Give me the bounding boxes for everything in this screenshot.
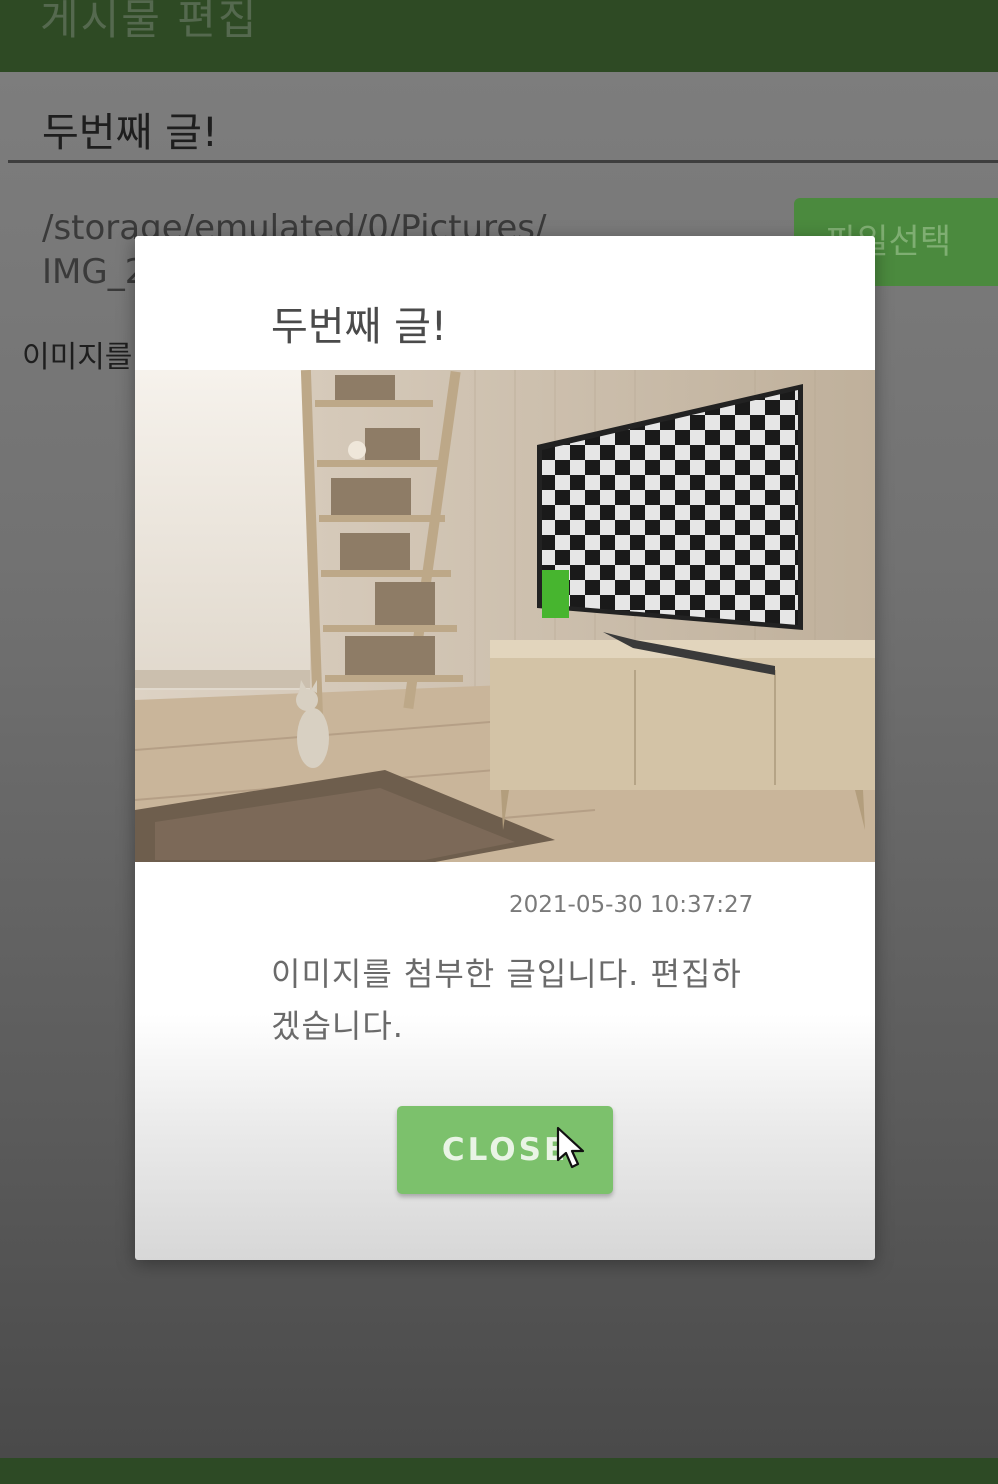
app-bar-title: 게시물 편집 [40, 0, 259, 44]
post-timestamp: 2021-05-30 10:37:27 [509, 892, 754, 918]
attached-image [135, 370, 875, 862]
post-preview-dialog: 두번째 글! 2021-05-30 10:37:27 이미지를 첨부한 글입니다… [135, 236, 875, 1260]
title-underline [8, 160, 998, 163]
app-bar: 게시물 편집 [0, 0, 998, 72]
preview-text: 이미지를 [22, 340, 133, 375]
mouse-cursor-icon [556, 1126, 585, 1169]
post-title-field[interactable]: 두번째 글! [42, 100, 218, 158]
dialog-title: 두번째 글! [271, 304, 447, 350]
post-body-text: 이미지를 첨부한 글입니다. 편집하겠습니다. [271, 955, 742, 1045]
bottom-bar [0, 1458, 998, 1484]
